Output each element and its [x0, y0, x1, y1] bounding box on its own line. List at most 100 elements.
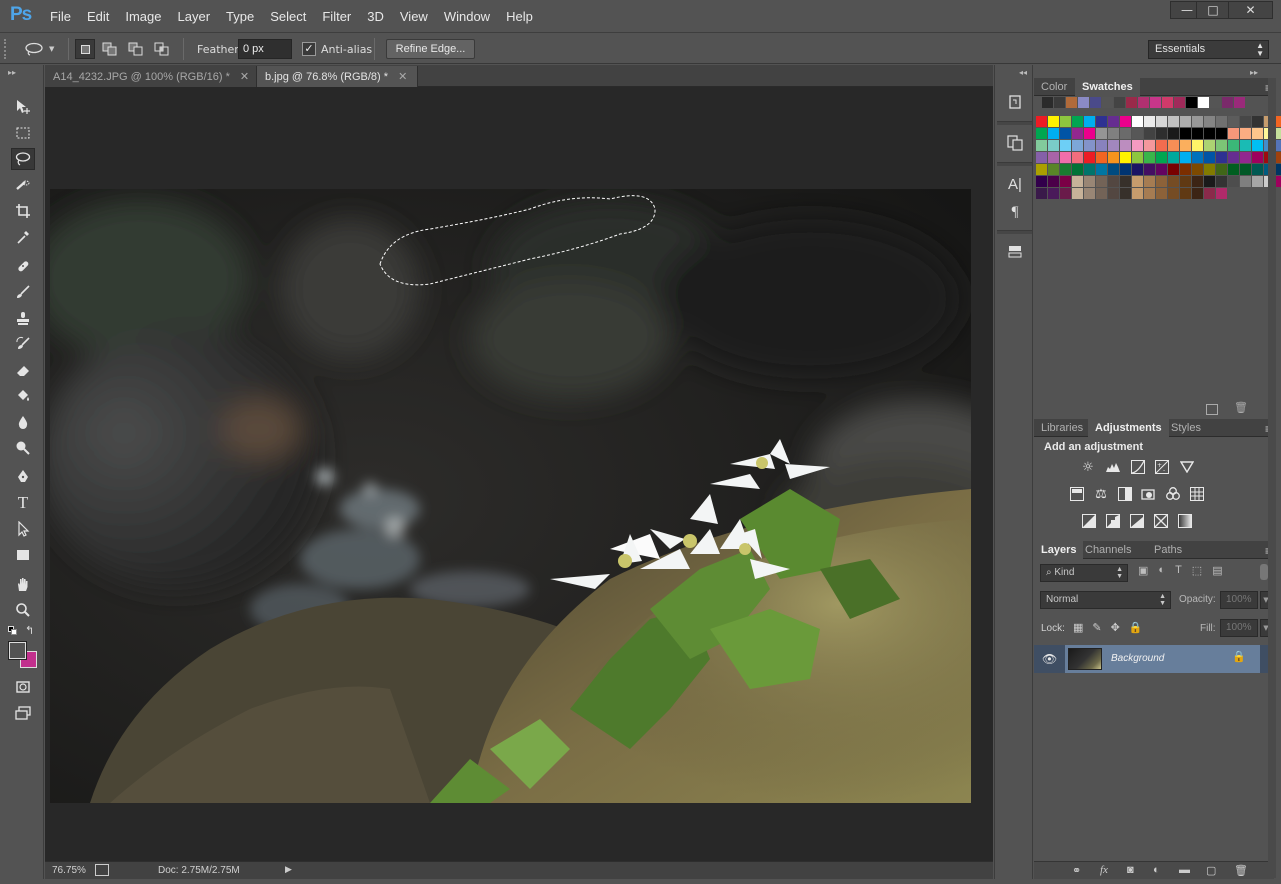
color-lookup-icon[interactable] [1189, 486, 1205, 502]
eraser-tool[interactable] [11, 359, 35, 381]
lock-image-icon[interactable]: ✎ [1092, 621, 1101, 634]
swatch[interactable] [1192, 176, 1203, 187]
swatch[interactable] [1072, 152, 1083, 163]
swatch[interactable] [1036, 116, 1047, 127]
swatch[interactable] [1072, 164, 1083, 175]
antialias-checkbox[interactable]: ✓ [302, 42, 316, 56]
hand-tool[interactable] [11, 573, 35, 595]
swatch[interactable] [1204, 116, 1215, 127]
swatch[interactable] [1180, 152, 1191, 163]
swatch[interactable] [1108, 128, 1119, 139]
swatch[interactable] [1132, 188, 1143, 199]
swatch[interactable] [1228, 164, 1239, 175]
invert-icon[interactable] [1081, 513, 1097, 529]
fx-icon[interactable]: fx [1100, 864, 1108, 876]
swatch[interactable] [1096, 140, 1107, 151]
tab-channels[interactable]: Channels [1078, 541, 1138, 559]
swatch[interactable] [1156, 116, 1167, 127]
intersect-selection-button[interactable] [152, 39, 172, 59]
swatch[interactable] [1120, 164, 1131, 175]
swatch[interactable] [1240, 164, 1251, 175]
properties-panel-icon[interactable] [1004, 133, 1026, 153]
delete-layer-icon[interactable]: 🗑 [1234, 864, 1248, 877]
default-colors-icon[interactable] [8, 626, 18, 636]
menu-view[interactable]: View [392, 9, 436, 24]
paint-bucket-tool[interactable] [11, 385, 35, 407]
swatch[interactable] [1276, 152, 1281, 163]
swatch[interactable] [1048, 116, 1059, 127]
color-balance-icon[interactable]: ⚖ [1093, 486, 1109, 502]
swatch[interactable] [1252, 152, 1263, 163]
tab-paths[interactable]: Paths [1147, 541, 1189, 559]
swatch[interactable] [1072, 140, 1083, 151]
paragraph-panel-icon[interactable]: ¶ [1004, 202, 1026, 222]
type-tool[interactable]: T [11, 492, 35, 514]
swatch[interactable] [1138, 97, 1149, 108]
swatch[interactable] [1120, 188, 1131, 199]
photo-filter-icon[interactable] [1141, 486, 1157, 502]
swatch[interactable] [1120, 176, 1131, 187]
swatch[interactable] [1132, 164, 1143, 175]
swatch[interactable] [1192, 164, 1203, 175]
panel-scrollbar[interactable] [1268, 78, 1276, 878]
levels-icon[interactable] [1105, 459, 1121, 475]
lasso-tool[interactable] [11, 148, 35, 170]
swatch[interactable] [1216, 188, 1227, 199]
swatch[interactable] [1048, 128, 1059, 139]
swatch[interactable] [1168, 152, 1179, 163]
swatch[interactable] [1240, 128, 1251, 139]
swatch[interactable] [1096, 116, 1107, 127]
swatch[interactable] [1072, 188, 1083, 199]
posterize-icon[interactable] [1105, 513, 1121, 529]
new-layer-icon[interactable]: ▢ [1206, 864, 1216, 877]
swatch[interactable] [1192, 128, 1203, 139]
swatch[interactable] [1114, 97, 1125, 108]
swatch[interactable] [1120, 128, 1131, 139]
swatch[interactable] [1216, 152, 1227, 163]
feather-input[interactable]: 0 px [238, 39, 292, 59]
swatch[interactable] [1060, 152, 1071, 163]
shape-filter-icon[interactable]: ⬚ [1192, 564, 1202, 577]
tab-a14-4232[interactable]: A14_4232.JPG @ 100% (RGB/16) * ✕ [45, 66, 257, 87]
restore-button[interactable]: □ [1196, 1, 1230, 19]
swatch[interactable] [1036, 188, 1047, 199]
blur-tool[interactable] [11, 411, 35, 433]
swatch[interactable] [1084, 188, 1095, 199]
swatch[interactable] [1228, 152, 1239, 163]
swatch[interactable] [1156, 140, 1167, 151]
swatch[interactable] [1132, 140, 1143, 151]
swatch[interactable] [1096, 128, 1107, 139]
swatch[interactable] [1204, 128, 1215, 139]
swatch[interactable] [1216, 140, 1227, 151]
swatch[interactable] [1174, 97, 1185, 108]
collapse-dock-icon[interactable]: ◂◂ [1019, 68, 1027, 77]
hue-saturation-icon[interactable] [1069, 486, 1085, 502]
swatch[interactable] [1048, 188, 1059, 199]
swatch[interactable] [1228, 140, 1239, 151]
swatch[interactable] [1126, 97, 1137, 108]
image-canvas[interactable] [50, 189, 971, 803]
swatch[interactable] [1084, 128, 1095, 139]
lock-transparent-icon[interactable]: ▦ [1073, 621, 1083, 634]
zoom-level[interactable]: 76.75% [52, 865, 86, 876]
close-tab-icon[interactable]: ✕ [240, 71, 249, 83]
swatch[interactable] [1168, 140, 1179, 151]
menu-type[interactable]: Type [218, 9, 262, 24]
tab-styles[interactable]: Styles [1164, 419, 1208, 437]
menu-image[interactable]: Image [117, 9, 169, 24]
swatch[interactable] [1048, 152, 1059, 163]
collapse-panels-icon[interactable]: ▸▸ [1250, 68, 1258, 77]
adjustment-filter-icon[interactable]: ◐ [1158, 564, 1165, 577]
subtract-from-selection-button[interactable] [126, 39, 146, 59]
swatch[interactable] [1180, 164, 1191, 175]
rectangle-tool[interactable] [11, 544, 35, 566]
swatch[interactable] [1144, 176, 1155, 187]
channel-mixer-icon[interactable] [1165, 486, 1181, 502]
tab-adjustments[interactable]: Adjustments [1088, 419, 1169, 437]
path-selection-tool[interactable] [11, 518, 35, 540]
black-white-icon[interactable] [1117, 486, 1133, 502]
swatch[interactable] [1120, 152, 1131, 163]
menu-file[interactable]: File [42, 9, 79, 24]
swatch[interactable] [1252, 116, 1263, 127]
swatch[interactable] [1216, 128, 1227, 139]
